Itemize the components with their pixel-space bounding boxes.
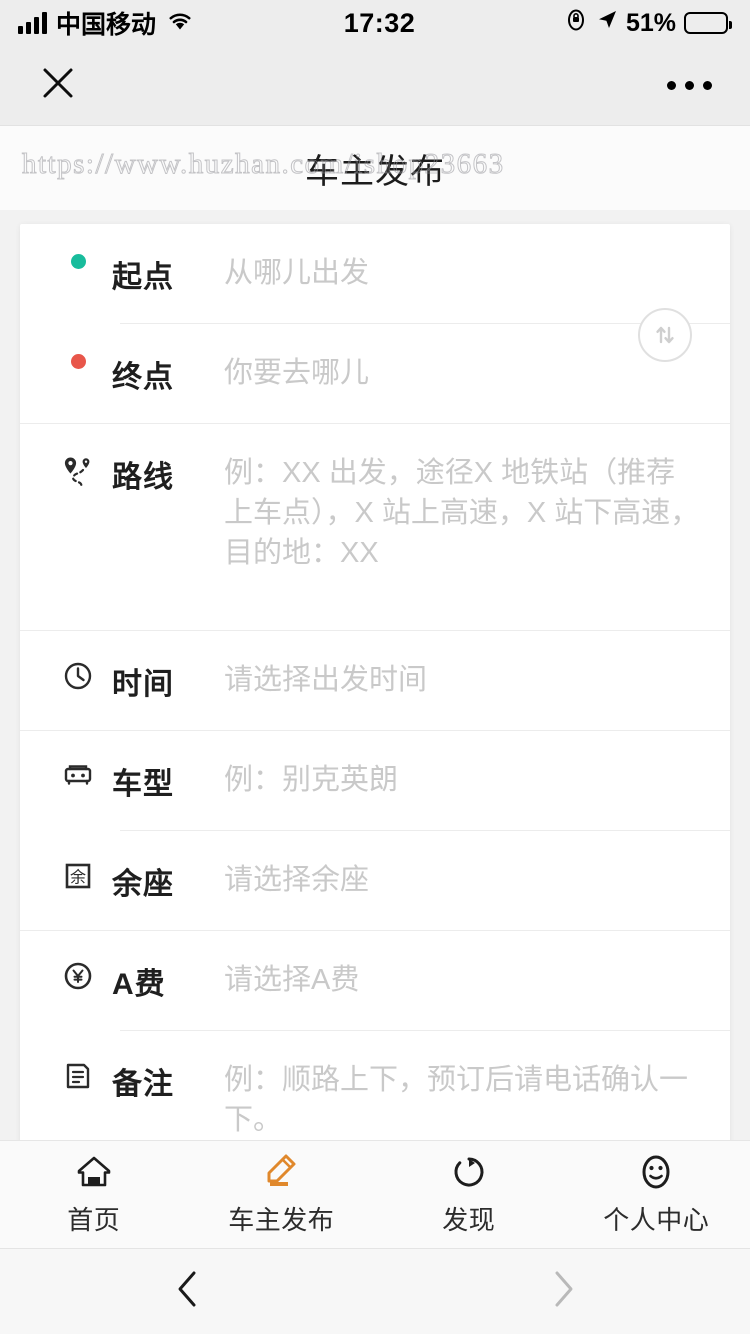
status-bar-right: 51% (564, 8, 732, 39)
browser-nav-bar (0, 1248, 750, 1334)
form-row-car-model[interactable]: 车型 例：别克英朗 (20, 731, 730, 832)
form-label-car-model: 车型 (112, 768, 174, 802)
form-row-end-point[interactable]: 终点 你要去哪儿 (20, 324, 730, 424)
app-root: 中国移动 17:32 51% https://www.huzhan.com/is… (0, 0, 750, 1334)
form-row-time[interactable]: 时间 请选择出发时间 (20, 631, 730, 732)
car-icon (52, 757, 104, 787)
swap-vertical-icon[interactable] (638, 308, 692, 362)
tab-discover[interactable]: 发现 (375, 1141, 563, 1248)
location-arrow-icon (596, 9, 618, 38)
carrier-label: 中国移动 (56, 11, 157, 39)
tab-home-label: 首页 (67, 1205, 121, 1235)
status-bar-left: 中国移动 (18, 5, 195, 41)
pencil-publish-icon (262, 1152, 300, 1192)
nav-back-button[interactable] (0, 1267, 375, 1316)
page-header: https://www.huzhan.com/ishop23663 车主发布 (0, 126, 750, 210)
tab-profile[interactable]: 个人中心 (563, 1141, 750, 1248)
rotation-lock-icon (564, 8, 588, 39)
form-label-a-fee: A费 (112, 968, 166, 1002)
time-select[interactable]: 请选择出发时间 (194, 657, 700, 700)
yuan-circle-icon (52, 957, 104, 991)
start-point-input[interactable]: 从哪儿出发 (194, 250, 700, 293)
home-icon (75, 1152, 113, 1192)
publish-form-card: 起点 从哪儿出发 终点 你要去哪儿 路线 例：XX 出发，途径X 地铁站（推荐上… (20, 224, 730, 1140)
form-row-seats[interactable]: 余 余座 请选择余座 (20, 831, 730, 932)
close-icon[interactable] (40, 65, 76, 106)
webview-navbar (0, 46, 750, 126)
form-scroll-area[interactable]: 起点 从哪儿出发 终点 你要去哪儿 路线 例：XX 出发，途径X 地铁站（推荐上… (0, 210, 750, 1140)
form-label-remark: 备注 (112, 1068, 174, 1102)
note-icon (52, 1057, 104, 1091)
form-row-remark[interactable]: 备注 例：顺路上下，预订后请电话确认一下。 (20, 1031, 730, 1140)
bottom-tab-bar: 首页 车主发布 发现 个人中心 (0, 1140, 750, 1248)
clock-icon (52, 657, 104, 691)
end-point-dot-icon (52, 350, 104, 369)
page-title: 车主发布 (305, 152, 445, 191)
a-fee-select[interactable]: 请选择A费 (194, 957, 700, 1000)
status-bar-time: 17:32 (343, 7, 416, 38)
tab-publish-label: 车主发布 (228, 1205, 335, 1235)
form-label-time: 时间 (112, 668, 174, 702)
form-row-start-point[interactable]: 起点 从哪儿出发 (20, 224, 730, 324)
seats-select[interactable]: 请选择余座 (194, 857, 700, 900)
form-row-route[interactable]: 路线 例：XX 出发，途径X 地铁站（推荐上车点），X 站上高速，X 站下高速，… (20, 424, 730, 632)
wifi-icon (165, 9, 195, 38)
chevron-left-icon (171, 1267, 205, 1316)
start-point-dot-icon (52, 250, 104, 269)
seat-box-icon: 余 (52, 857, 104, 891)
tab-discover-label: 发现 (442, 1205, 496, 1235)
battery-charging-icon (684, 12, 732, 34)
chevron-right-icon (546, 1267, 580, 1316)
remark-input[interactable]: 例：顺路上下，预订后请电话确认一下。 (194, 1057, 700, 1140)
signal-bars-icon (18, 12, 47, 34)
end-point-input[interactable]: 你要去哪儿 (194, 350, 700, 393)
battery-percent-label: 51% (625, 8, 676, 37)
tab-publish[interactable]: 车主发布 (188, 1141, 376, 1248)
form-label-seats: 余座 (112, 868, 174, 902)
profile-smiley-icon (638, 1152, 674, 1192)
car-model-input[interactable]: 例：别克英朗 (194, 757, 700, 800)
more-options-icon[interactable] (667, 81, 712, 90)
status-bar: 中国移动 17:32 51% (0, 0, 750, 46)
tab-home[interactable]: 首页 (0, 1141, 188, 1248)
tab-profile-label: 个人中心 (603, 1205, 710, 1235)
nav-forward-button[interactable] (375, 1267, 750, 1316)
route-pins-icon (52, 450, 104, 488)
svg-text:余: 余 (70, 868, 86, 887)
form-label-start-point: 起点 (112, 261, 174, 294)
route-input[interactable]: 例：XX 出发，途径X 地铁站（推荐上车点），X 站上高速，X 站下高速，目的地… (194, 450, 700, 573)
discover-icon (451, 1152, 487, 1192)
form-label-end-point: 终点 (112, 361, 174, 394)
form-label-route: 路线 (112, 461, 174, 494)
form-row-a-fee[interactable]: A费 请选择A费 (20, 931, 730, 1032)
